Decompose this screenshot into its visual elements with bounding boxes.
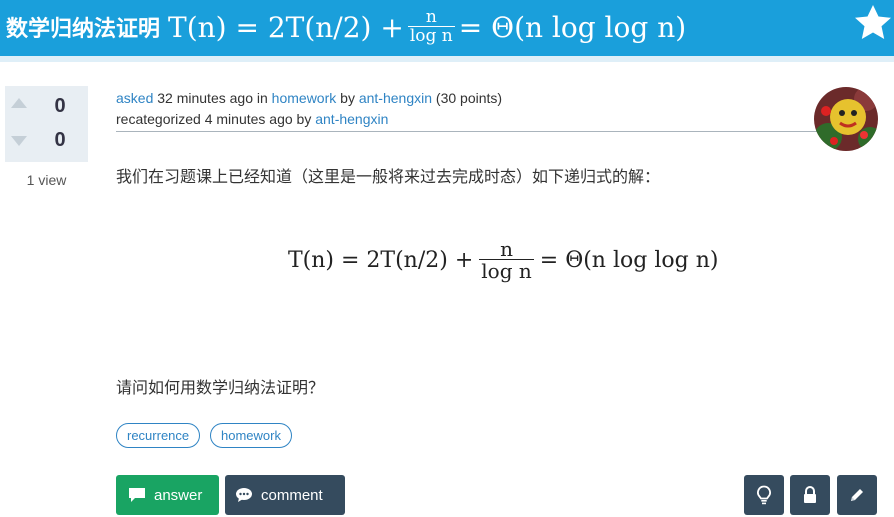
recategorized-user-link[interactable]: ant-hengxin xyxy=(315,111,388,127)
answer-button[interactable]: answer xyxy=(116,475,219,515)
lock-icon xyxy=(804,486,816,503)
vote-up-icon[interactable] xyxy=(11,98,27,108)
hide-button[interactable] xyxy=(744,475,784,515)
author-avatar[interactable] xyxy=(814,87,878,151)
formula-fraction: n log n xyxy=(479,237,534,283)
comment-button-label: comment xyxy=(261,486,323,504)
asked-link[interactable]: asked xyxy=(116,90,153,106)
downvote-count: 0 xyxy=(54,129,66,151)
asked-time: 32 minutes ago xyxy=(157,90,253,106)
close-button[interactable] xyxy=(790,475,830,515)
favorite-star-icon[interactable] xyxy=(852,2,894,42)
fraction-denominator: log n xyxy=(479,259,534,283)
title-fraction-denominator: log n xyxy=(407,26,455,46)
meta-in: in xyxy=(256,90,268,106)
view-count: 1 view xyxy=(26,172,67,188)
category-link[interactable]: homework xyxy=(272,90,337,106)
fraction-numerator: n xyxy=(500,237,513,261)
tag-homework[interactable]: homework xyxy=(210,423,292,448)
comment-button[interactable]: comment xyxy=(225,475,345,515)
formula-rhs: = Θ(n log log n) xyxy=(539,247,719,273)
meta-line-asked: asked 32 minutes ago in homework by ant-… xyxy=(116,88,502,109)
title-formula-fraction: n log n xyxy=(407,7,455,46)
question-meta: asked 32 minutes ago in homework by ant-… xyxy=(116,88,502,130)
vote-box: 0 0 xyxy=(5,86,88,162)
title-formula-lhs: T(n) = 2T(n/2) + xyxy=(168,10,404,44)
tag-recurrence[interactable]: recurrence xyxy=(116,423,201,448)
pencil-icon xyxy=(851,489,863,501)
upvote-count: 0 xyxy=(54,95,66,117)
question-title: 数学归纳法证明 T(n) = 2T(n/2) + n log n = Θ(n l… xyxy=(6,2,686,52)
question-body-ask: 请问如何用数学归纳法证明？ xyxy=(116,378,325,397)
question-body-intro: 我们在习题课上已经知道（这里是一般将来过去完成时态）如下递归式的解： xyxy=(116,167,661,186)
title-fraction-numerator: n xyxy=(425,7,437,27)
lightbulb-icon xyxy=(757,485,771,505)
recategorized-text: recategorized 4 minutes ago by xyxy=(116,111,312,127)
edit-button[interactable] xyxy=(837,475,877,515)
answer-button-label: answer xyxy=(154,486,203,504)
answer-icon xyxy=(129,488,145,502)
author-link[interactable]: ant-hengxin xyxy=(359,90,432,106)
comment-icon xyxy=(236,488,252,502)
meta-divider xyxy=(116,131,830,132)
title-formula-rhs: = Θ(n log log n) xyxy=(458,10,687,44)
author-points: (30 points) xyxy=(435,90,503,106)
question-title-formula: T(n) = 2T(n/2) + n log n = Θ(n log log n… xyxy=(168,9,686,45)
vote-down-icon[interactable] xyxy=(11,136,27,146)
meta-by: by xyxy=(340,90,355,106)
recurrence-formula: T(n) = 2T(n/2) + n log n = Θ(n log log n… xyxy=(288,230,718,290)
question-title-text: 数学归纳法证明 xyxy=(6,17,161,42)
formula-lhs: T(n) = 2T(n/2) + xyxy=(288,247,474,273)
title-bar-underline xyxy=(0,56,894,62)
meta-line-recategorized: recategorized 4 minutes ago by ant-hengx… xyxy=(116,109,502,130)
